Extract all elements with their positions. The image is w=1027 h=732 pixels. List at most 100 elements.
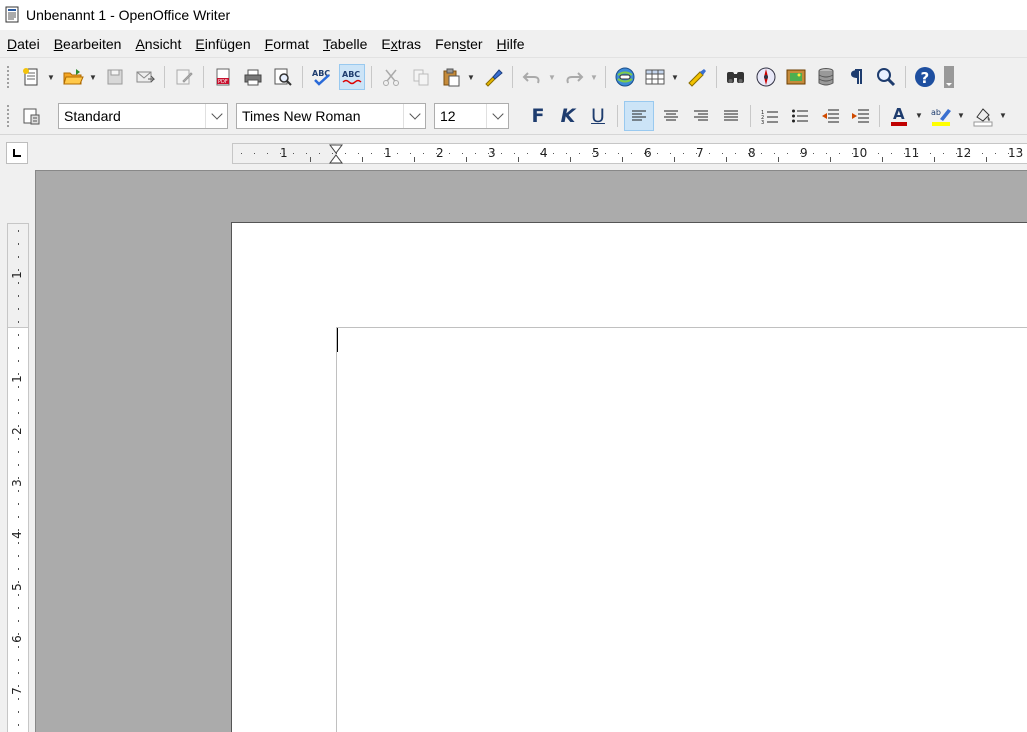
highlighting-dropdown-icon[interactable]: ▼ bbox=[956, 103, 966, 129]
align-left-icon[interactable] bbox=[624, 100, 654, 131]
ruler-dot bbox=[969, 153, 970, 154]
send-email-icon[interactable] bbox=[132, 64, 158, 90]
text-body-area[interactable] bbox=[336, 327, 1027, 732]
menu-item-3[interactable]: Einfügen bbox=[195, 34, 250, 54]
menu-item-5[interactable]: Tabelle bbox=[323, 34, 367, 54]
chevron-down-icon[interactable] bbox=[486, 103, 508, 128]
font-name-value: Times New Roman bbox=[242, 107, 361, 124]
undo-dropdown-icon[interactable]: ▼ bbox=[547, 64, 557, 90]
save-icon[interactable] bbox=[102, 64, 128, 90]
font-color-icon[interactable]: A bbox=[886, 103, 912, 129]
horizontal-ruler[interactable]: 112345678910111213 bbox=[232, 143, 1027, 164]
help-icon[interactable]: ? bbox=[912, 64, 938, 90]
ruler-tick bbox=[726, 157, 727, 162]
ruler-dot bbox=[878, 153, 879, 154]
ruler-dot bbox=[722, 153, 723, 154]
ruler-dot bbox=[358, 153, 359, 154]
underline-label: U bbox=[591, 104, 605, 127]
table-icon[interactable] bbox=[642, 64, 668, 90]
gallery-icon[interactable] bbox=[783, 64, 809, 90]
background-color-icon[interactable] bbox=[970, 103, 996, 129]
ruler-dot bbox=[839, 153, 840, 154]
decrease-indent-icon[interactable] bbox=[817, 103, 843, 129]
draw-functions-icon[interactable] bbox=[684, 64, 710, 90]
paragraph-style-combo[interactable]: Standard bbox=[58, 102, 228, 129]
background-color-dropdown-icon[interactable]: ▼ bbox=[998, 103, 1008, 129]
ruler-dot bbox=[930, 153, 931, 154]
redo-icon[interactable] bbox=[561, 64, 587, 90]
bold-button[interactable]: F bbox=[525, 103, 551, 129]
ruler-dot bbox=[943, 153, 944, 154]
page-preview-icon[interactable] bbox=[270, 64, 296, 90]
bullets-icon[interactable] bbox=[787, 103, 813, 129]
indent-marker-icon[interactable] bbox=[329, 144, 343, 164]
new-document-icon[interactable] bbox=[18, 64, 44, 90]
formatting-marks-icon[interactable] bbox=[843, 64, 869, 90]
ruler-dot bbox=[18, 438, 19, 440]
find-replace-icon[interactable] bbox=[723, 64, 749, 90]
export-pdf-icon[interactable]: PDF bbox=[210, 64, 236, 90]
ruler-dot bbox=[410, 153, 411, 154]
paste-icon[interactable] bbox=[438, 64, 464, 90]
chevron-down-icon[interactable] bbox=[205, 103, 227, 128]
paste-dropdown-icon[interactable]: ▼ bbox=[466, 64, 476, 90]
open-folder-icon[interactable] bbox=[60, 64, 86, 90]
document-page[interactable] bbox=[231, 222, 1027, 732]
font-color-dropdown-icon[interactable]: ▼ bbox=[914, 103, 924, 129]
ruler-dot bbox=[813, 153, 814, 154]
numbering-icon[interactable]: 123 bbox=[757, 103, 783, 129]
print-icon[interactable] bbox=[240, 64, 266, 90]
toolbar-grip[interactable] bbox=[6, 103, 10, 128]
underline-button[interactable]: U bbox=[585, 103, 611, 129]
data-sources-icon[interactable] bbox=[813, 64, 839, 90]
ruler-dot bbox=[18, 386, 19, 388]
open-dropdown-icon[interactable]: ▼ bbox=[88, 64, 98, 90]
menu-item-0[interactable]: Datei bbox=[7, 34, 40, 54]
table-dropdown-icon[interactable]: ▼ bbox=[670, 64, 680, 90]
menu-item-6[interactable]: Extras bbox=[381, 34, 421, 54]
clone-formatting-icon[interactable] bbox=[480, 64, 506, 90]
ruler-dot bbox=[384, 153, 385, 154]
ruler-tick bbox=[492, 153, 493, 154]
ruler-dot bbox=[1021, 153, 1022, 154]
menu-item-4[interactable]: Format bbox=[265, 34, 309, 54]
ruler-dot bbox=[618, 153, 619, 154]
justify-icon[interactable] bbox=[718, 103, 744, 129]
menu-item-8[interactable]: Hilfe bbox=[497, 34, 525, 54]
highlighting-icon[interactable]: ab bbox=[928, 103, 954, 129]
hyperlink-icon[interactable] bbox=[612, 64, 638, 90]
ruler-dot bbox=[18, 334, 19, 336]
tab-stop-selector[interactable] bbox=[6, 142, 28, 164]
spellcheck-icon[interactable]: ABC bbox=[309, 64, 335, 90]
ruler-dot bbox=[644, 153, 645, 154]
styles-formatting-icon[interactable] bbox=[18, 103, 44, 129]
zoom-icon[interactable] bbox=[873, 64, 899, 90]
chevron-down-icon[interactable] bbox=[403, 103, 425, 128]
align-center-icon[interactable] bbox=[658, 103, 684, 129]
bold-label: F bbox=[531, 104, 545, 127]
toolbar-grip[interactable] bbox=[6, 65, 10, 89]
auto-spellcheck-icon[interactable]: ABC bbox=[339, 64, 365, 90]
new-dropdown-icon[interactable]: ▼ bbox=[46, 64, 56, 90]
italic-button[interactable]: K bbox=[555, 103, 581, 129]
navigator-icon[interactable] bbox=[753, 64, 779, 90]
ruler-dot bbox=[748, 153, 749, 154]
font-size-combo[interactable]: 12 bbox=[434, 102, 509, 129]
font-name-combo[interactable]: Times New Roman bbox=[236, 102, 426, 129]
increase-indent-icon[interactable] bbox=[847, 103, 873, 129]
ruler-tick bbox=[648, 153, 649, 154]
menu-item-2[interactable]: Ansicht bbox=[135, 34, 181, 54]
menu-item-1[interactable]: Bearbeiten bbox=[54, 34, 122, 54]
edit-file-icon[interactable] bbox=[171, 64, 197, 90]
cut-icon[interactable] bbox=[378, 64, 404, 90]
ruler-dot bbox=[18, 347, 19, 349]
ruler-dot bbox=[18, 490, 19, 492]
toolbar-overflow-icon[interactable] bbox=[942, 64, 956, 90]
ruler-dot bbox=[18, 269, 19, 271]
copy-icon[interactable] bbox=[408, 64, 434, 90]
redo-dropdown-icon[interactable]: ▼ bbox=[589, 64, 599, 90]
align-right-icon[interactable] bbox=[688, 103, 714, 129]
undo-icon[interactable] bbox=[519, 64, 545, 90]
vertical-ruler[interactable]: 1 1 2 3 4 5 6 7 bbox=[7, 223, 29, 732]
menu-item-7[interactable]: Fenster bbox=[435, 34, 482, 54]
